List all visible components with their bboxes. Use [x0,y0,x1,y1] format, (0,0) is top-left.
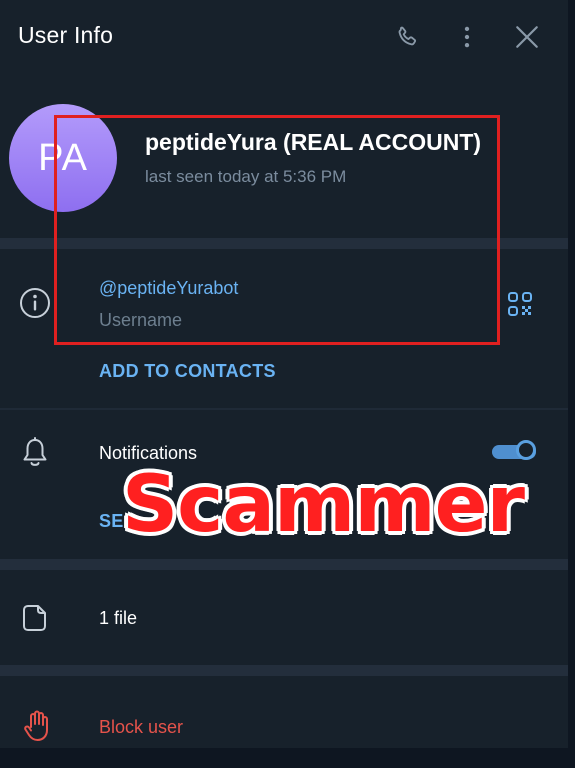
section-divider [0,665,568,676]
page-title: User Info [18,22,114,48]
phone-icon[interactable] [392,22,422,52]
username-caption: Username [99,310,183,330]
user-name: peptideYura (REAL ACCOUNT) [145,129,482,155]
info-icon [18,286,52,320]
avatar[interactable]: PA [9,104,117,212]
block-user-button[interactable]: Block user [99,717,183,738]
hand-stop-icon [22,709,52,743]
bell-icon [20,436,50,470]
section-divider [0,238,568,249]
qr-code-icon[interactable] [506,290,534,318]
last-seen-status: last seen today at 5:36 PM [145,167,347,186]
username-link[interactable]: @peptideYurabot [99,278,238,299]
user-info-panel: User Info PA peptideYura (REAL ACCOUNT) … [0,0,568,748]
window-bottom-edge [0,748,575,768]
toggle-knob [516,440,536,460]
more-vertical-icon[interactable] [452,22,482,52]
file-icon [20,602,50,634]
add-to-contacts-button[interactable]: ADD TO CONTACTS [99,361,276,382]
close-icon[interactable] [512,22,542,52]
shared-files-item[interactable]: 1 file [99,608,137,629]
section-divider [0,559,568,570]
row-divider [0,408,568,410]
notification-settings-button[interactable]: SE [99,511,124,532]
scammer-overlay-label: Scammer [121,459,527,552]
avatar-initials: PA [38,136,88,179]
window-edge [568,0,575,768]
header: User Info [0,0,568,76]
